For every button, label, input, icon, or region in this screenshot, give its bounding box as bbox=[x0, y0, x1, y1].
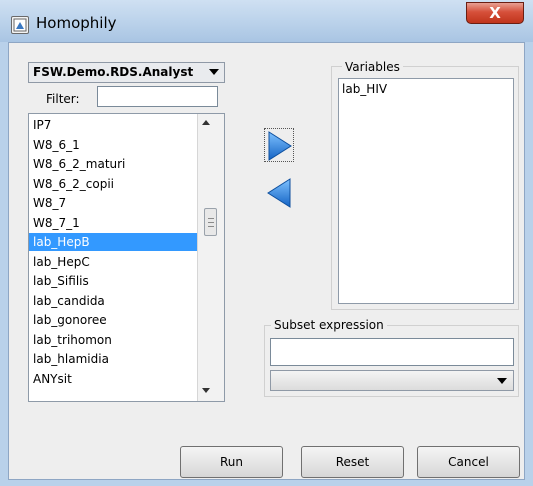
chevron-down-icon bbox=[497, 378, 507, 384]
title-bar[interactable]: Homophily X bbox=[0, 0, 533, 42]
chevron-down-icon bbox=[209, 69, 219, 75]
variable-list[interactable]: IP7 W8_6_1 W8_6_2_maturi W8_6_2_copii W8_7 W8… bbox=[28, 113, 225, 402]
list-item[interactable]: W8_6_2_copii bbox=[29, 175, 199, 193]
variable-list-scrollbar[interactable] bbox=[197, 114, 224, 401]
cancel-button[interactable]: Cancel bbox=[417, 446, 520, 478]
window-title: Homophily bbox=[36, 14, 117, 32]
subset-expression-combo[interactable] bbox=[270, 370, 514, 391]
arrow-right-icon bbox=[268, 131, 292, 161]
arrow-left-icon bbox=[267, 178, 291, 208]
list-item[interactable]: lab_HepC bbox=[29, 253, 199, 271]
run-button[interactable]: Run bbox=[180, 446, 283, 478]
list-item[interactable]: lab_HIV bbox=[342, 82, 387, 96]
dataset-select-value: FSW.Demo.RDS.Analyst bbox=[33, 65, 194, 79]
add-variable-button[interactable] bbox=[264, 128, 294, 162]
list-item[interactable]: ANYsit bbox=[29, 370, 199, 388]
list-item[interactable]: W8_7_1 bbox=[29, 214, 199, 232]
remove-variable-button[interactable] bbox=[264, 176, 294, 210]
close-button[interactable]: X bbox=[466, 2, 524, 24]
list-item[interactable]: W8_6_2_maturi bbox=[29, 155, 199, 173]
subset-expression-label: Subset expression bbox=[271, 318, 387, 332]
list-item[interactable]: lab_hlamidia bbox=[29, 350, 199, 368]
variables-label: Variables bbox=[342, 60, 403, 74]
selected-variables-list[interactable]: lab_HIV bbox=[338, 78, 514, 304]
list-item[interactable]: IP7 bbox=[29, 116, 199, 134]
list-item[interactable]: lab_Sifilis bbox=[29, 272, 199, 290]
list-item[interactable]: W8_7 bbox=[29, 194, 199, 212]
dataset-select[interactable]: FSW.Demo.RDS.Analyst bbox=[28, 62, 225, 83]
filter-label: Filter: bbox=[46, 92, 80, 106]
reset-button[interactable]: Reset bbox=[301, 446, 404, 478]
list-item[interactable]: lab_gonoree bbox=[29, 311, 199, 329]
scroll-down-arrow-icon[interactable] bbox=[202, 388, 210, 393]
scroll-up-arrow-icon[interactable] bbox=[202, 120, 210, 125]
list-item[interactable]: lab_trihomon bbox=[29, 331, 199, 349]
list-item[interactable]: W8_6_1 bbox=[29, 136, 199, 154]
filter-input[interactable] bbox=[97, 86, 218, 107]
scroll-thumb[interactable] bbox=[204, 208, 217, 236]
list-item[interactable]: lab_HepB bbox=[29, 233, 199, 251]
list-item[interactable]: lab_candida bbox=[29, 292, 199, 310]
subset-expression-input[interactable] bbox=[270, 338, 514, 366]
app-icon bbox=[11, 16, 29, 34]
